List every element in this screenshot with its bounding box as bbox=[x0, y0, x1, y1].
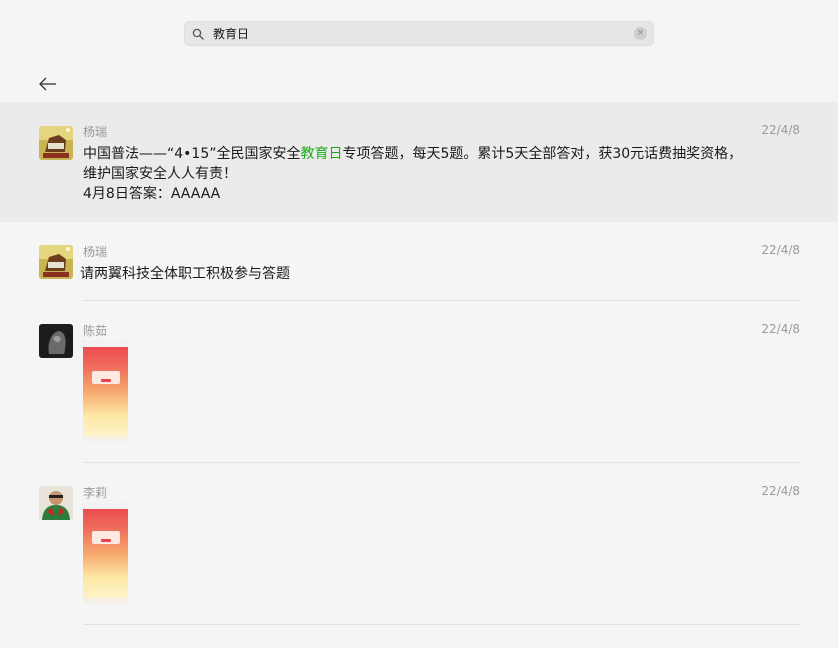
message-text: 请两翼科技全体职工积极参与答题 bbox=[80, 266, 290, 282]
avatar[interactable] bbox=[39, 324, 73, 358]
thumbnail-footer bbox=[83, 436, 128, 441]
message-date: 22/4/8 bbox=[761, 123, 800, 137]
avatar[interactable] bbox=[39, 245, 73, 279]
search-bar[interactable]: × bbox=[184, 21, 654, 46]
divider bbox=[83, 624, 800, 625]
sender-name: 陈茹 bbox=[83, 324, 108, 338]
image-thumbnail[interactable] bbox=[83, 503, 128, 603]
thumbnail-button bbox=[101, 379, 111, 382]
result-item[interactable]: 陈茹 22/4/8 bbox=[0, 301, 838, 463]
message-text-part: 中国普法——“4•15”全民国家安全 bbox=[83, 146, 301, 162]
search-input[interactable] bbox=[205, 22, 634, 45]
avatar[interactable] bbox=[39, 126, 73, 160]
thumbnail-status-bar bbox=[83, 341, 128, 347]
message-text-line: 4月8日答案：AAAAA bbox=[83, 186, 221, 202]
sender-name: 杨瑞 bbox=[83, 125, 108, 139]
message-date: 22/4/8 bbox=[761, 243, 800, 257]
message-date: 22/4/8 bbox=[761, 484, 800, 498]
result-item[interactable]: 李莉 22/4/8 bbox=[0, 463, 838, 625]
message-date: 22/4/8 bbox=[761, 322, 800, 336]
search-match-highlight: 教育日 bbox=[300, 146, 343, 162]
thumbnail-card bbox=[92, 531, 120, 544]
back-button[interactable] bbox=[37, 73, 59, 95]
avatar[interactable] bbox=[39, 486, 73, 520]
arrow-left-icon bbox=[39, 77, 56, 91]
sender-name: 杨瑞 bbox=[83, 245, 108, 259]
thumbnail-card bbox=[92, 371, 120, 384]
search-results: 杨瑞 22/4/8 中国普法——“4•15”全民国家安全教育日专项答题，每天5题… bbox=[0, 102, 838, 625]
result-item[interactable]: 杨瑞 22/4/8 请两翼科技全体职工积极参与答题 bbox=[0, 222, 838, 301]
thumbnail-button bbox=[101, 539, 111, 542]
search-icon bbox=[191, 27, 205, 41]
thumbnail-status-bar bbox=[83, 503, 128, 509]
result-item[interactable]: 杨瑞 22/4/8 中国普法——“4•15”全民国家安全教育日专项答题，每天5题… bbox=[0, 102, 838, 222]
image-thumbnail[interactable] bbox=[83, 341, 128, 441]
clear-icon[interactable]: × bbox=[634, 27, 647, 40]
message-text: 中国普法——“4•15”全民国家安全教育日专项答题，每天5题。累计5天全部答对，… bbox=[83, 144, 743, 204]
sender-name: 李莉 bbox=[83, 486, 108, 500]
thumbnail-footer bbox=[83, 598, 128, 603]
